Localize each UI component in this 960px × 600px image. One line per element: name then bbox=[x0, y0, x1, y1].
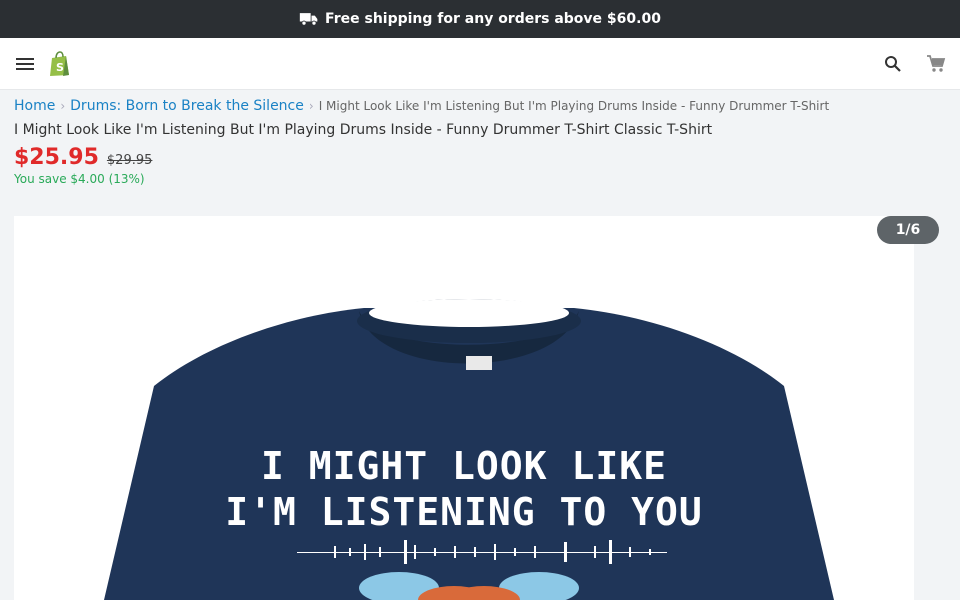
breadcrumb-current: I Might Look Like I'm Listening But I'm … bbox=[318, 98, 830, 113]
breadcrumb-home-link[interactable]: Home bbox=[14, 98, 55, 114]
promo-text: Free shipping for any orders above $60.0… bbox=[325, 11, 661, 27]
search-icon bbox=[885, 55, 901, 72]
tshirt-image bbox=[104, 299, 834, 600]
product-title: I Might Look Like I'm Listening But I'm … bbox=[14, 122, 713, 138]
product-price: $25.95 bbox=[14, 145, 99, 170]
promo-bar: Free shipping for any orders above $60.0… bbox=[0, 0, 960, 38]
search-button[interactable] bbox=[884, 55, 902, 73]
cart-icon bbox=[927, 54, 946, 72]
menu-button[interactable] bbox=[14, 53, 36, 75]
shirt-print-line-2: I'M LISTENING TO YOU bbox=[225, 490, 703, 534]
site-header: S bbox=[0, 38, 960, 90]
chevron-right-icon: › bbox=[60, 98, 66, 113]
svg-text:S: S bbox=[56, 61, 64, 74]
breadcrumb-collection-link[interactable]: Drums: Born to Break the Silence bbox=[70, 98, 304, 114]
cart-button[interactable] bbox=[926, 54, 946, 74]
breadcrumb: Home › Drums: Born to Break the Silence … bbox=[0, 90, 960, 116]
truck-icon bbox=[299, 13, 318, 26]
shopify-bag-icon[interactable]: S bbox=[48, 50, 72, 77]
compare-at-price: $29.95 bbox=[106, 153, 153, 168]
price-row: $25.95 $29.95 bbox=[0, 140, 960, 170]
chevron-right-icon: › bbox=[308, 98, 314, 113]
product-image-gallery[interactable]: I MIGHT LOOK LIKE I'M LISTENING TO YOU bbox=[14, 216, 914, 600]
shirt-print-line-1: I MIGHT LOOK LIKE bbox=[261, 444, 667, 488]
image-counter-badge: 1/6 bbox=[877, 216, 939, 244]
savings-text: You save $4.00 (13%) bbox=[14, 172, 145, 186]
menu-icon bbox=[16, 57, 34, 70]
